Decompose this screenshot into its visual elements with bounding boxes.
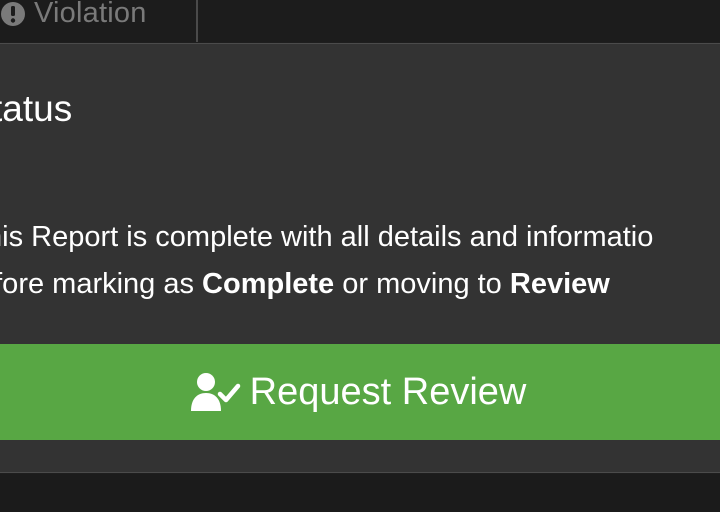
request-review-label: Request Review	[249, 370, 527, 413]
page: Violation tatus this Report is complete …	[0, 0, 720, 512]
message-complete-word: Complete	[202, 268, 335, 300]
tab-violation[interactable]: Violation	[0, 0, 198, 42]
message-line-2-prefix: efore marking as	[0, 268, 203, 300]
message-line-2-middle: or moving to	[334, 268, 510, 300]
tab-strip: Violation	[0, 0, 720, 42]
tab-violation-label: Violation	[34, 0, 147, 29]
exclamation-circle-icon	[0, 1, 26, 27]
message-line-2: efore marking as Complete or moving to R…	[0, 261, 653, 308]
dialog-title: tatus	[0, 88, 73, 129]
bottom-bar	[0, 474, 720, 512]
message-review-word: Review	[509, 268, 610, 300]
request-review-button-content: Request Review	[190, 370, 527, 414]
request-review-button[interactable]: Request Review	[0, 344, 720, 440]
message-line-1: this Report is complete with all details…	[0, 221, 654, 253]
dialog-message: this Report is complete with all details…	[0, 214, 653, 308]
status-dialog: tatus this Report is complete with all d…	[0, 43, 720, 473]
user-check-icon	[190, 372, 242, 412]
